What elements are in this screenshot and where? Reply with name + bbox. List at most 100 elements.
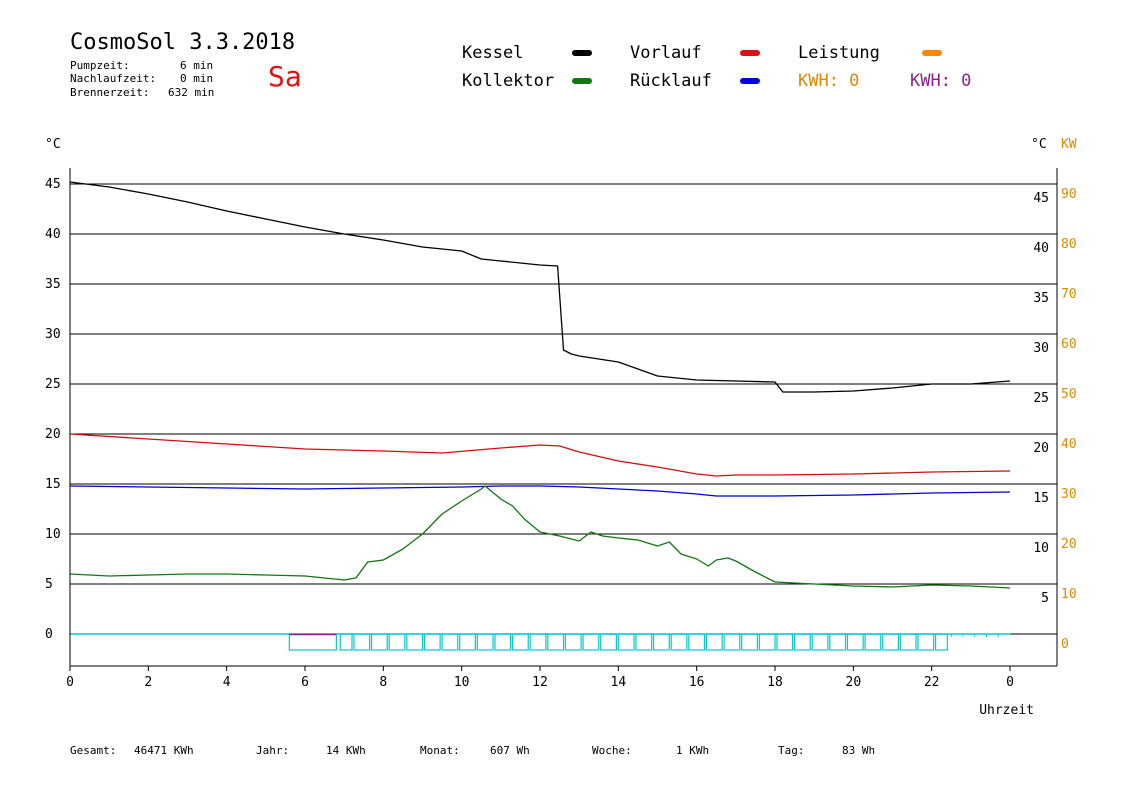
y-tick-label-kw: 80 [1061,237,1077,252]
burner-segment [288,633,337,651]
burner-segment [688,633,706,651]
burner-segment [370,633,388,651]
y-axis-unit-left: °C [45,137,61,152]
burner-segment [670,633,688,651]
burner-segment [600,633,617,651]
series-kollektor-line [69,485,1011,589]
footer-gesamt-value: 46471 KWh [134,744,194,757]
burner-segment [476,633,494,651]
series-vorlauf-line [69,433,1011,477]
y-tick-label-kw: 20 [1061,537,1077,552]
x-axis-label: Uhrzeit [979,703,1034,718]
y-tick-label-right: 45 [1033,191,1049,206]
burner-segment [635,633,653,651]
burner-segment [529,633,547,651]
x-tick-label: 8 [379,675,387,690]
burner-segment [776,633,794,651]
x-tick-label: 0 [1006,675,1014,690]
y-tick-label-left: 25 [45,377,61,392]
burner-segment [864,633,882,651]
burner-segment [811,633,829,651]
y-tick-label-right: 10 [1033,541,1049,556]
y-tick-label-kw: 0 [1061,637,1069,652]
y-tick-label-kw: 70 [1061,287,1077,302]
burner-segment [846,633,864,651]
y-tick-label-kw: 30 [1061,487,1077,502]
y-tick-label-right: 40 [1033,241,1049,256]
footer-monat-label: Monat: [420,744,460,757]
burner-segment [917,633,935,651]
burner-segment [741,633,758,651]
x-tick-label: 12 [532,675,548,690]
grid-lines [70,183,1057,635]
y-tick-label-left: 10 [45,527,61,542]
burner-segment [441,633,459,651]
burner-segment [882,633,899,651]
series-ruecklauf-line [69,485,1011,497]
x-tick-label: 22 [924,675,940,690]
x-tick-label: 14 [611,675,627,690]
temperature-chart: 0 2 4 6 8 10 12 14 16 18 20 22 005101520253035404551… [45,137,1077,718]
y-axis-unit-kw: KW [1061,137,1077,152]
y-tick-label-kw: 40 [1061,437,1077,452]
y-tick-label-right: 35 [1033,291,1049,306]
y-tick-label-kw: 90 [1061,187,1077,202]
y-tick-label-left: 20 [45,427,61,442]
y-tick-label-right: 30 [1033,341,1049,356]
axes [69,168,1058,671]
y-tick-label-left: 5 [45,577,53,592]
burner-segment [829,633,847,651]
burner-segment [617,633,635,651]
y-tick-label-kw: 50 [1061,387,1077,402]
burner-segment [758,633,776,651]
footer-jahr-label: Jahr: [256,744,290,757]
footer-tag-label: Tag: [778,744,805,757]
burner-segment [494,633,512,651]
burner-segment [564,633,582,651]
y-tick-label-left: 30 [45,327,61,342]
series-lines [69,181,1011,589]
burner-segment [793,633,811,651]
burner-segment [511,633,529,651]
tick-labels: 0 2 4 6 8 10 12 14 16 18 20 22 005101520253035404551… [45,137,1077,718]
x-tick-label: 20 [846,675,862,690]
burner-segment [423,633,441,651]
burner-segment [899,633,917,651]
footer-tag-value: 83 Wh [842,744,876,757]
x-tick-label: 10 [454,675,470,690]
y-tick-label-left: 45 [45,177,61,192]
series-kessel-line [69,181,1011,393]
burner-segment [388,633,406,651]
y-tick-label-right: 25 [1033,391,1049,406]
y-tick-label-kw: 60 [1061,337,1077,352]
burner-segment [652,633,670,651]
x-tick-label: 2 [144,675,152,690]
burner-segment [582,633,600,651]
y-tick-label-right: 15 [1033,491,1049,506]
x-tick-label: 0 [66,675,74,690]
footer-woche-value: 1 KWh [676,744,710,757]
y-tick-label-left: 15 [45,477,61,492]
burner-segment [723,633,741,651]
x-tick-label: 6 [301,675,309,690]
burner-segment [459,633,476,651]
burner-segment [547,633,565,651]
y-tick-label-right: 20 [1033,441,1049,456]
burner-segment [353,633,371,651]
y-tick-label-kw: 10 [1061,587,1077,602]
footer-woche-label: Woche: [592,744,632,757]
y-tick-label-right: 5 [1041,591,1049,606]
y-tick-label-left: 0 [45,627,53,642]
burner-activity [70,633,1010,651]
burner-segment [339,633,353,651]
y-tick-label-left: 40 [45,227,61,242]
x-tick-label: 4 [223,675,231,690]
burner-segment [406,633,424,651]
y-axis-unit-right: °C [1031,137,1047,152]
y-tick-label-left: 35 [45,277,61,292]
x-tick-label: 18 [767,675,783,690]
x-tick-label: 16 [689,675,705,690]
burner-segment [705,633,723,651]
footer-monat-value: 607 Wh [490,744,530,757]
burner-segment [934,633,948,651]
